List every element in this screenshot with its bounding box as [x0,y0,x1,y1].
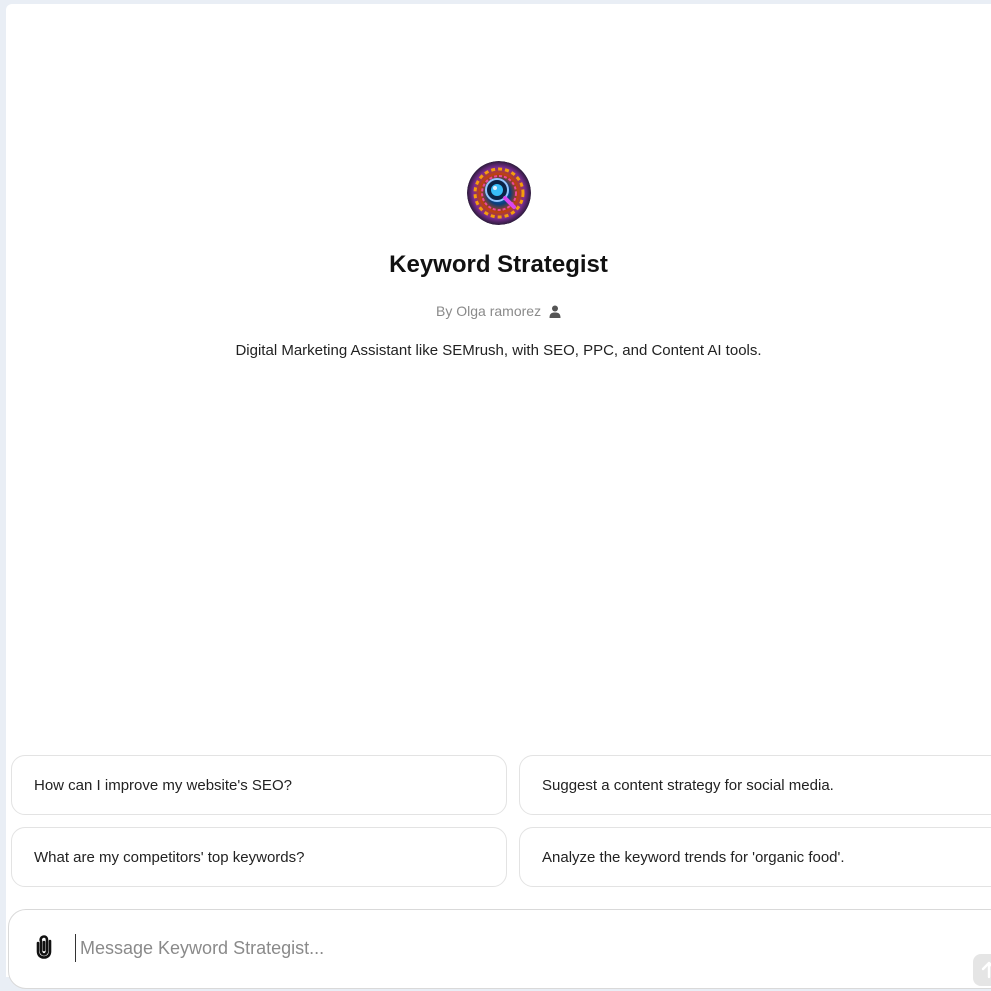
gpt-author-line: By Olga ramorez [6,302,991,322]
suggestion-card[interactable]: Suggest a content strategy for social me… [519,755,991,815]
suggestion-card[interactable]: What are my competitors' top keywords? [11,827,507,887]
gpt-avatar [466,161,531,225]
paperclip-icon[interactable] [33,935,55,959]
suggestion-text: How can I improve my website's SEO? [34,776,292,794]
gpt-description: Digital Marketing Assistant like SEMrush… [235,342,762,359]
send-button[interactable] [973,954,991,986]
gpt-author: By Olga ramorez [436,303,542,319]
message-input[interactable] [75,934,942,962]
suggestion-text: Suggest a content strategy for social me… [542,776,834,794]
gpt-title: Keyword Strategist [389,251,608,278]
suggestion-text: What are my competitors' top keywords? [34,848,305,866]
arrow-up-icon [981,961,991,979]
suggestion-card[interactable]: How can I improve my website's SEO? [11,755,507,815]
person-icon [549,304,561,322]
chat-window: Keyword Strategist By Olga ramorez Digit… [6,4,991,989]
suggestion-card[interactable]: Analyze the keyword trends for 'organic … [519,827,991,887]
message-composer [8,909,991,989]
suggestion-text: Analyze the keyword trends for 'organic … [542,848,845,866]
gpt-intro: Keyword Strategist By Olga ramorez Digit… [6,161,991,362]
